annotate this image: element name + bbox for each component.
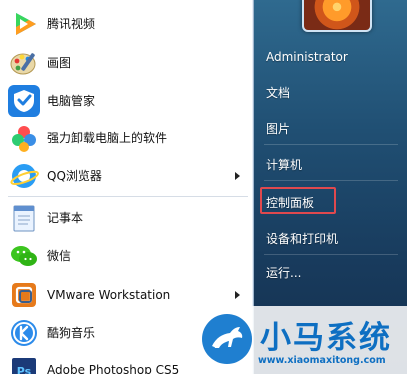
user-avatar[interactable]	[302, 0, 372, 32]
right-pane-separator	[264, 144, 398, 145]
program-label: 酷狗音乐	[47, 326, 96, 340]
vmware-icon	[8, 279, 40, 311]
right-item-user[interactable]: Administrator	[266, 50, 348, 64]
program-item-tencent-video[interactable]: 腾讯视频	[6, 5, 250, 42]
right-item-pictures[interactable]: 图片	[266, 120, 290, 137]
watermark-title: 小马系统	[260, 320, 392, 356]
watermark-url: www.xiaomaxitong.com	[258, 355, 386, 366]
kugou-icon	[8, 317, 40, 349]
program-item-pc-manager[interactable]: 电脑管家	[6, 82, 250, 119]
program-item-wechat[interactable]: 微信	[6, 237, 250, 274]
right-item-run[interactable]: 运行...	[266, 264, 301, 281]
control-panel-highlight	[260, 187, 336, 214]
wechat-icon	[8, 240, 40, 272]
program-label: 微信	[47, 249, 72, 263]
start-menu: 腾讯视频 画图 电脑管家 强力卸载电脑上的软件 QQ浏览器 记事本 微信 VMw…	[0, 0, 407, 374]
program-item-qq-browser[interactable]: QQ浏览器	[6, 157, 250, 194]
program-label: 画图	[47, 56, 72, 70]
right-item-documents[interactable]: 文档	[266, 84, 290, 101]
program-item-paint[interactable]: 画图	[6, 44, 250, 81]
qq-browser-icon	[8, 160, 40, 192]
right-item-computer[interactable]: 计算机	[266, 156, 302, 173]
menu-separator	[8, 196, 248, 197]
horse-logo-icon	[202, 314, 252, 364]
program-label: 腾讯视频	[47, 17, 96, 31]
watermark: 小马系统 www.xiaomaxitong.com	[190, 306, 407, 374]
program-label: QQ浏览器	[47, 169, 102, 183]
right-pane-separator	[264, 180, 398, 181]
tencent-video-icon	[8, 8, 40, 40]
program-label: VMware Workstation	[47, 287, 171, 302]
program-label: 电脑管家	[47, 94, 96, 108]
submenu-arrow-icon	[235, 290, 240, 299]
submenu-arrow-icon	[235, 171, 240, 180]
right-pane-separator	[264, 254, 398, 255]
photoshop-icon: Ps	[8, 354, 40, 374]
uninstaller-icon	[8, 122, 40, 154]
notepad-icon	[8, 202, 40, 234]
right-item-devices-printers[interactable]: 设备和打印机	[266, 230, 338, 247]
program-item-notepad[interactable]: 记事本	[6, 199, 250, 236]
program-label: Adobe Photoshop CS5	[47, 362, 180, 374]
program-label: 强力卸载电脑上的软件	[47, 131, 168, 145]
pc-manager-icon	[8, 84, 40, 117]
program-item-uninstaller[interactable]: 强力卸载电脑上的软件	[6, 119, 250, 156]
svg-text:Ps: Ps	[17, 365, 32, 374]
paint-icon	[8, 47, 40, 79]
program-label: 记事本	[47, 211, 84, 225]
